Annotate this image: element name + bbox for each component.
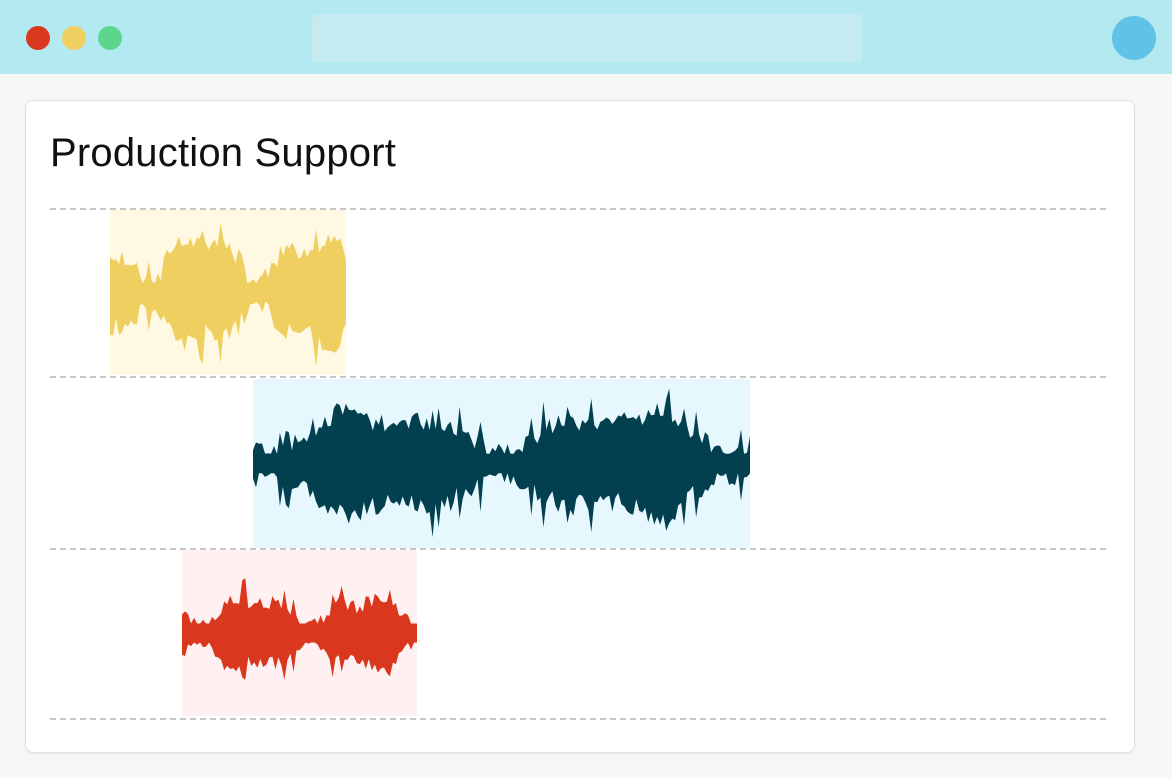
close-window-button[interactable]	[26, 26, 50, 50]
minimize-window-button[interactable]	[62, 26, 86, 50]
waveform-shape	[253, 388, 750, 538]
maximize-window-button[interactable]	[98, 26, 122, 50]
page-title: Production Support	[50, 131, 397, 175]
audio-clip-track-3[interactable]	[182, 550, 417, 716]
address-bar[interactable]	[312, 14, 862, 62]
audio-clip-track-2[interactable]	[253, 379, 750, 548]
audio-clip-track-1[interactable]	[110, 210, 346, 375]
window-titlebar	[0, 0, 1172, 74]
track-divider	[50, 376, 1106, 378]
waveform-shape	[110, 222, 346, 368]
user-avatar[interactable]	[1112, 16, 1156, 60]
waveform-icon	[182, 578, 417, 680]
waveform-shape	[182, 578, 417, 680]
waveform-icon	[253, 388, 750, 538]
waveform-icon	[110, 222, 346, 368]
track-divider	[50, 718, 1106, 720]
